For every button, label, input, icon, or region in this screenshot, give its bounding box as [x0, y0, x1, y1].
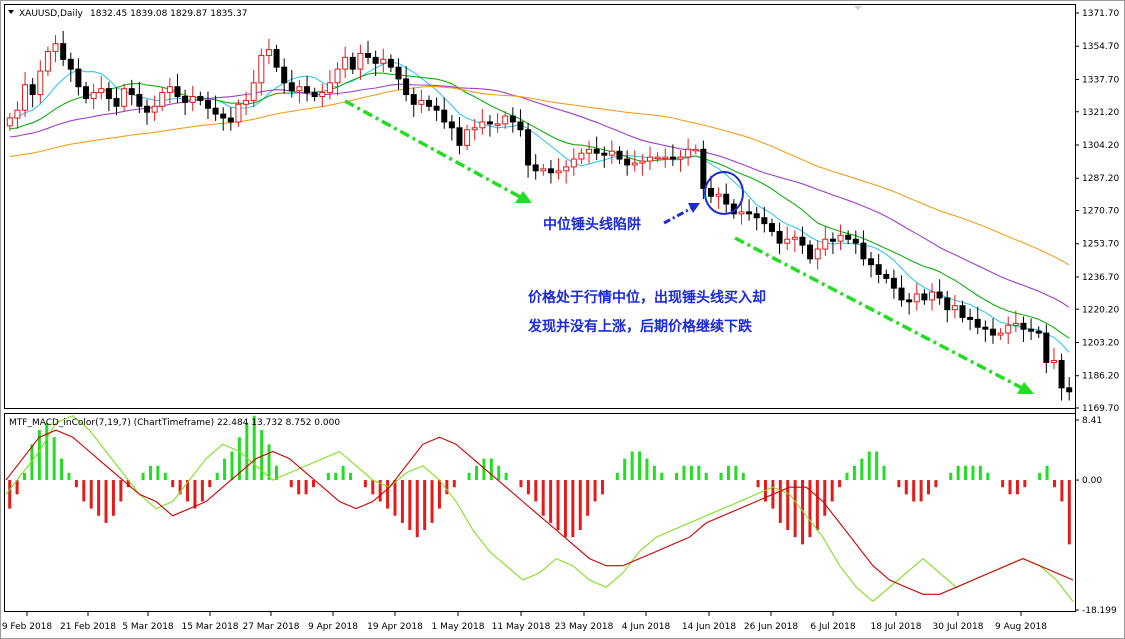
price-pane [4, 4, 1076, 409]
symbol-header: XAUUSD,Daily [19, 9, 83, 19]
date-tick-label: 1 May 2018 [432, 622, 485, 632]
ohlc-header: 1832.45 1839.08 1829.87 1835.37 [90, 9, 247, 19]
price-tick-label: 1270.70 [1082, 207, 1119, 217]
date-tick-label: 23 May 2018 [555, 622, 614, 632]
date-tick-label: 26 Jun 2018 [744, 622, 798, 632]
price-tick-label: 1304.20 [1082, 141, 1119, 151]
macd-tick-label: 0.00 [1082, 476, 1102, 486]
price-tick-label: 1203.20 [1082, 338, 1119, 348]
price-tick-label: 1321.20 [1082, 108, 1119, 118]
date-tick-label: 21 Feb 2018 [60, 622, 116, 632]
date-tick-label: 4 Jun 2018 [622, 622, 671, 632]
price-tick-label: 1253.70 [1082, 240, 1119, 250]
date-tick-label: 27 Mar 2018 [242, 622, 299, 632]
date-tick-label: 30 Jul 2018 [933, 622, 984, 632]
price-tick-label: 1371.70 [1082, 9, 1119, 19]
price-tick-label: 1354.70 [1082, 42, 1119, 52]
date-tick-label: 15 Mar 2018 [181, 622, 238, 632]
date-tick-label: 9 Aug 2018 [995, 622, 1047, 632]
price-tick-label: 1337.70 [1082, 75, 1119, 85]
date-tick-label: 11 May 2018 [492, 622, 551, 632]
price-tick-label: 1169.70 [1082, 404, 1119, 414]
price-tick-label: 1236.70 [1082, 273, 1119, 283]
date-tick-label: 9 Feb 2018 [2, 622, 53, 632]
price-tick-label: 1186.20 [1082, 372, 1119, 382]
chart-window: 1371.70 1354.70 1337.70 1321.20 1304.20 1287.… [0, 0, 1125, 639]
price-tick-label: 1220.20 [1082, 305, 1119, 315]
price-tick-label: 1287.20 [1082, 174, 1119, 184]
date-tick-label: 14 Jun 2018 [682, 622, 736, 632]
indicator-header: MTF_MACD_inColor(7,19,7) (ChartTimeframe… [9, 418, 340, 428]
macd-tick-label: -18.199 [1082, 606, 1117, 616]
indicator-pane [4, 413, 1076, 612]
date-tick-label: 6 Jul 2018 [810, 622, 855, 632]
date-tick-label: 9 Apr 2018 [308, 622, 358, 632]
comment-line-1: 价格处于行情中位，出现锤头线买入却 [528, 289, 766, 306]
hammer-label: 中位锤头线陷阱 [543, 216, 641, 233]
date-tick-label: 18 Jul 2018 [871, 622, 922, 632]
date-tick-label: 5 Mar 2018 [122, 622, 174, 632]
candle [44, 46, 51, 76]
comment-line-2: 发现并没有上涨，后期价格继续下跌 [527, 318, 753, 335]
date-tick-label: 19 Apr 2018 [367, 622, 423, 632]
chart-canvas: 1371.70 1354.70 1337.70 1321.20 1304.20 1287.… [0, 0, 1125, 639]
macd-tick-label: 8.41 [1082, 416, 1102, 426]
